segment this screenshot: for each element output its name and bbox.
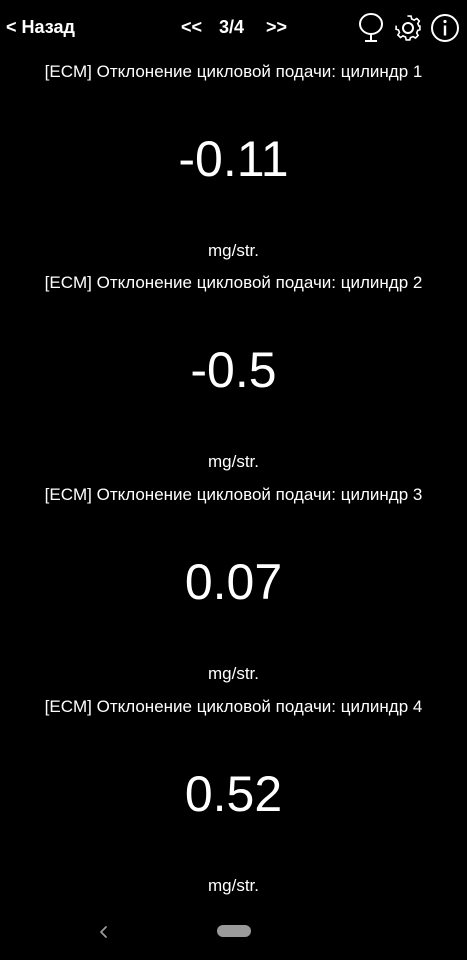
parameter-unit: mg/str. bbox=[207, 664, 259, 683]
top-bar: < Назад << 3/4 >> bbox=[0, 0, 467, 56]
previous-page-button[interactable]: << bbox=[181, 17, 202, 38]
parameter-label: [ECM] Отклонение цикловой подачи: цилинд… bbox=[44, 62, 423, 81]
back-button[interactable]: < Назад bbox=[6, 17, 75, 38]
parameter-value: 0.52 bbox=[184, 766, 283, 822]
parameter-label: [ECM] Отклонение цикловой подачи: цилинд… bbox=[44, 485, 423, 504]
home-pill-button[interactable] bbox=[217, 925, 251, 937]
parameter-unit: mg/str. bbox=[207, 876, 259, 895]
parameter-unit: mg/str. bbox=[207, 241, 259, 260]
parameter-cylinder-1: [ECM] Отклонение цикловой подачи: цилинд… bbox=[0, 61, 467, 272]
tracker-icon[interactable] bbox=[356, 12, 386, 44]
nav-back-icon[interactable] bbox=[96, 922, 112, 942]
gear-icon[interactable] bbox=[393, 12, 423, 44]
page-navigator: << 3/4 >> bbox=[178, 17, 290, 39]
parameter-label: [ECM] Отклонение цикловой подачи: цилинд… bbox=[44, 273, 423, 292]
system-navigation-bar bbox=[0, 910, 467, 960]
parameter-cylinder-2: [ECM] Отклонение цикловой подачи: цилинд… bbox=[0, 272, 467, 483]
next-page-button[interactable]: >> bbox=[266, 17, 287, 38]
parameter-cylinder-3: [ECM] Отклонение цикловой подачи: цилинд… bbox=[0, 484, 467, 695]
parameter-value: -0.5 bbox=[190, 342, 277, 398]
parameter-label: [ECM] Отклонение цикловой подачи: цилинд… bbox=[44, 697, 423, 716]
parameter-value: 0.07 bbox=[184, 554, 283, 610]
parameter-cylinder-4: [ECM] Отклонение цикловой подачи: цилинд… bbox=[0, 696, 467, 907]
page-counter: 3/4 bbox=[219, 17, 245, 37]
parameter-value: -0.11 bbox=[178, 131, 289, 187]
parameter-unit: mg/str. bbox=[207, 452, 259, 471]
info-icon[interactable] bbox=[430, 12, 460, 44]
